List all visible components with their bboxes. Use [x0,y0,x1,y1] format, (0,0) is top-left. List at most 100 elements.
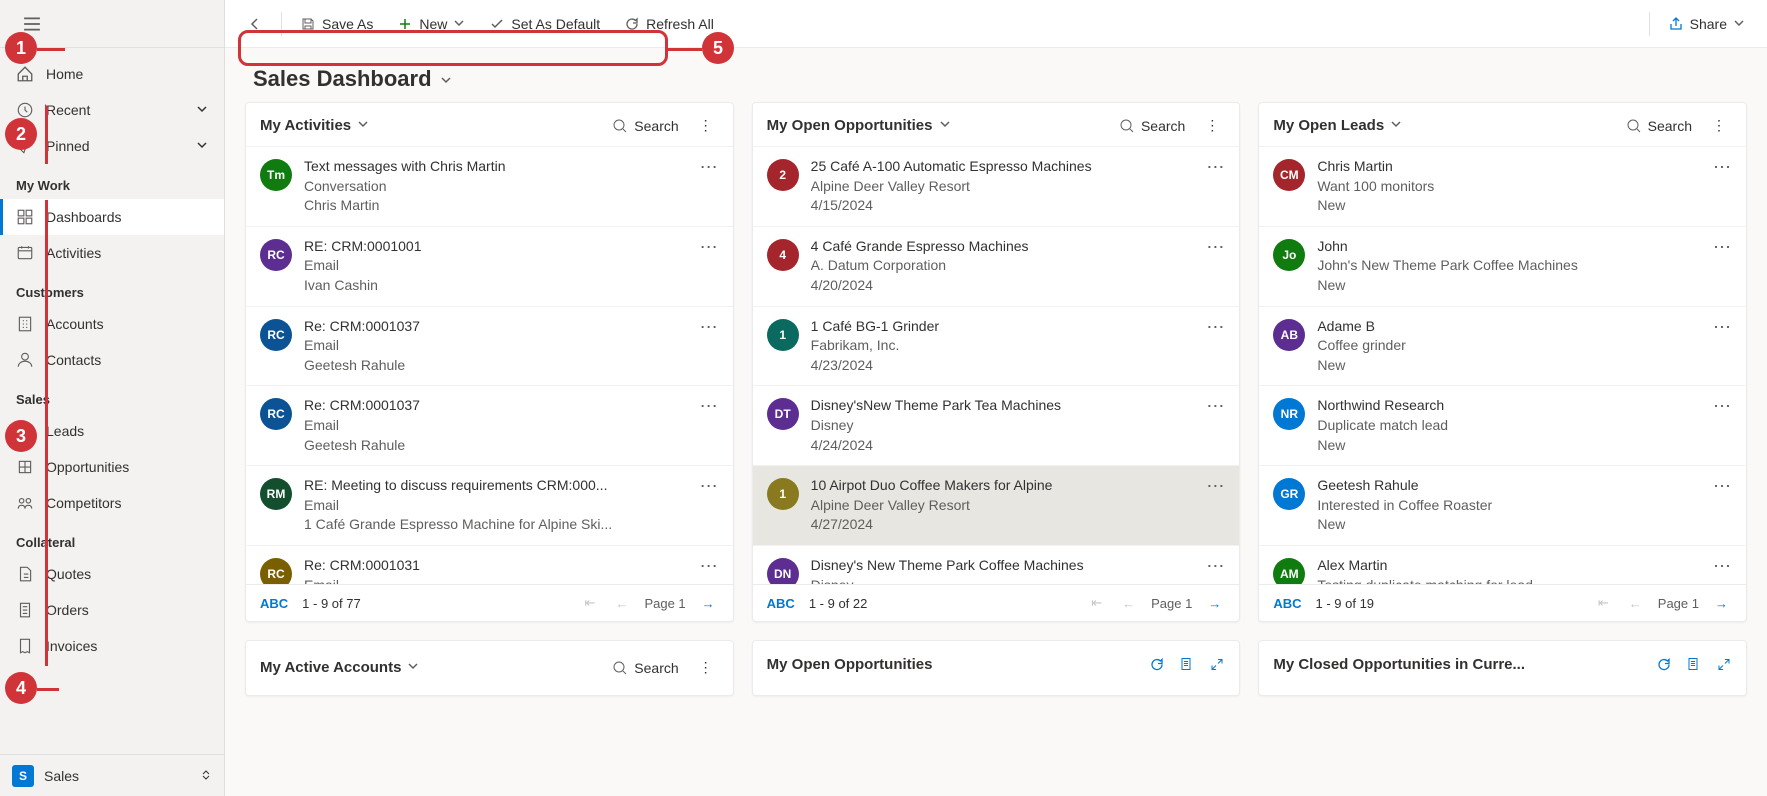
card-title-dropdown[interactable]: My Open Opportunities [767,117,951,134]
share-button[interactable]: Share [1658,10,1755,38]
abc-filter[interactable]: ABC [260,596,288,611]
list-item[interactable]: CM Chris Martin Want 100 monitors New ⋯ [1259,146,1746,226]
abc-filter[interactable]: ABC [767,596,795,611]
nav-accounts[interactable]: Accounts [0,306,224,342]
save-as-button[interactable]: Save As [290,10,383,38]
record-count: 1 - 9 of 77 [302,596,361,611]
row-more-button[interactable]: ⋯ [1206,556,1225,577]
row-more-button[interactable]: ⋯ [700,237,719,258]
page-title-dropdown[interactable]: Sales Dashboard [253,66,1739,92]
abc-filter[interactable]: ABC [1273,596,1301,611]
card-title-dropdown[interactable]: My Activities [260,117,369,134]
list-item[interactable]: Tm Text messages with Chris Martin Conve… [246,146,733,226]
row-more-button[interactable]: ⋯ [1206,476,1225,497]
first-page-button[interactable]: ⇤ [581,593,600,613]
card-more-button[interactable]: ⋮ [693,655,719,680]
card-search[interactable]: Search [606,656,684,680]
row-sub1: Interested in Coffee Roaster [1317,496,1732,516]
nav-dashboards[interactable]: Dashboards [0,199,224,235]
nav-contacts[interactable]: Contacts [0,342,224,378]
list-item[interactable]: 2 25 Café A-100 Automatic Espresso Machi… [753,146,1240,226]
list-item[interactable]: NR Northwind Research Duplicate match le… [1259,385,1746,465]
next-page-button[interactable]: → [1711,594,1732,613]
row-more-button[interactable]: ⋯ [1713,237,1732,258]
list-item[interactable]: DT Disney'sNew Theme Park Tea Machines D… [753,385,1240,465]
prev-page-button[interactable]: ← [1625,594,1646,613]
row-more-button[interactable]: ⋯ [1206,237,1225,258]
first-page-button[interactable]: ⇤ [1087,593,1106,613]
card-search[interactable]: Search [1113,114,1191,138]
row-more-button[interactable]: ⋯ [700,157,719,178]
row-more-button[interactable]: ⋯ [1713,476,1732,497]
back-button[interactable] [237,10,273,38]
card-list[interactable]: CM Chris Martin Want 100 monitors New ⋯ … [1259,146,1746,584]
card-more-button[interactable]: ⋮ [1199,113,1225,138]
row-more-button[interactable]: ⋯ [1206,396,1225,417]
row-title: 1 Café BG-1 Grinder [811,317,1226,337]
refresh-icon[interactable] [1149,655,1165,674]
list-item[interactable]: 1 1 Café BG-1 Grinder Fabrikam, Inc. 4/2… [753,306,1240,386]
row-more-button[interactable]: ⋯ [1206,317,1225,338]
refresh-icon[interactable] [1656,655,1672,674]
card-list[interactable]: 2 25 Café A-100 Automatic Espresso Machi… [753,146,1240,584]
set-default-button[interactable]: Set As Default [479,10,610,38]
list-item[interactable]: RC Re: CRM:0001031 Email Devansh Choure … [246,545,733,584]
nav-home[interactable]: Home [0,56,224,92]
list-item[interactable]: RM RE: Meeting to discuss requirements C… [246,465,733,545]
card-search[interactable]: Search [606,114,684,138]
expand-icon[interactable] [1209,655,1225,674]
nav-orders[interactable]: Orders [0,592,224,628]
card-more-button[interactable]: ⋮ [1706,113,1732,138]
row-more-button[interactable]: ⋯ [1713,396,1732,417]
row-more-button[interactable]: ⋯ [700,476,719,497]
list-item[interactable]: GR Geetesh Rahule Interested in Coffee R… [1259,465,1746,545]
nav-group-sales: Sales [0,378,224,413]
refresh-all-button[interactable]: Refresh All [614,10,724,38]
annotation-5: 5 [702,32,734,64]
area-switcher[interactable]: S Sales [0,754,224,796]
card-more-button[interactable]: ⋮ [693,113,719,138]
row-title: 4 Café Grande Espresso Machines [811,237,1226,257]
card-title-dropdown[interactable]: My Open Leads [1273,117,1402,134]
nav-recent[interactable]: Recent [0,92,224,128]
nav-activities[interactable]: Activities [0,235,224,271]
expand-icon[interactable] [1716,655,1732,674]
row-more-button[interactable]: ⋯ [1713,157,1732,178]
row-more-button[interactable]: ⋯ [1713,556,1732,577]
list-item[interactable]: AB Adame B Coffee grinder New ⋯ [1259,306,1746,386]
nav-invoices[interactable]: Invoices [0,628,224,664]
row-more-button[interactable]: ⋯ [700,317,719,338]
list-item[interactable]: RC RE: CRM:0001001 Email Ivan Cashin ⋯ [246,226,733,306]
nav-quotes[interactable]: Quotes [0,556,224,592]
list-item[interactable]: Jo John John's New Theme Park Coffee Mac… [1259,226,1746,306]
list-item[interactable]: AM Alex Martin Testing duplicate matchin… [1259,545,1746,584]
card-search[interactable]: Search [1620,114,1698,138]
row-more-button[interactable]: ⋯ [1206,157,1225,178]
list-item[interactable]: 4 4 Café Grande Espresso Machines A. Dat… [753,226,1240,306]
annotation-2-brace [45,104,48,164]
card-list[interactable]: Tm Text messages with Chris Martin Conve… [246,146,733,584]
avatar: 2 [767,159,799,191]
first-page-button[interactable]: ⇤ [1594,593,1613,613]
card-my-open-opportunities: My Open Opportunities Search ⋮ 2 25 Café… [752,102,1241,622]
row-more-button[interactable]: ⋯ [700,556,719,577]
new-button[interactable]: New [387,10,475,38]
list-item[interactable]: 1 10 Airpot Duo Coffee Makers for Alpine… [753,465,1240,545]
row-title: RE: CRM:0001001 [304,237,719,257]
annotation-1-line [37,48,65,51]
list-item[interactable]: RC Re: CRM:0001037 Email Geetesh Rahule … [246,385,733,465]
records-icon[interactable] [1686,655,1702,674]
card-title-dropdown[interactable]: My Active Accounts [260,659,419,676]
prev-page-button[interactable]: ← [1118,594,1139,613]
row-more-button[interactable]: ⋯ [700,396,719,417]
records-icon[interactable] [1179,655,1195,674]
next-page-button[interactable]: → [698,594,719,613]
prev-page-button[interactable]: ← [611,594,632,613]
row-more-button[interactable]: ⋯ [1713,317,1732,338]
list-item[interactable]: DN Disney's New Theme Park Coffee Machin… [753,545,1240,584]
nav-opportunities[interactable]: Opportunities [0,449,224,485]
next-page-button[interactable]: → [1204,594,1225,613]
list-item[interactable]: RC Re: CRM:0001037 Email Geetesh Rahule … [246,306,733,386]
avatar: DT [767,398,799,430]
nav-competitors[interactable]: Competitors [0,485,224,521]
